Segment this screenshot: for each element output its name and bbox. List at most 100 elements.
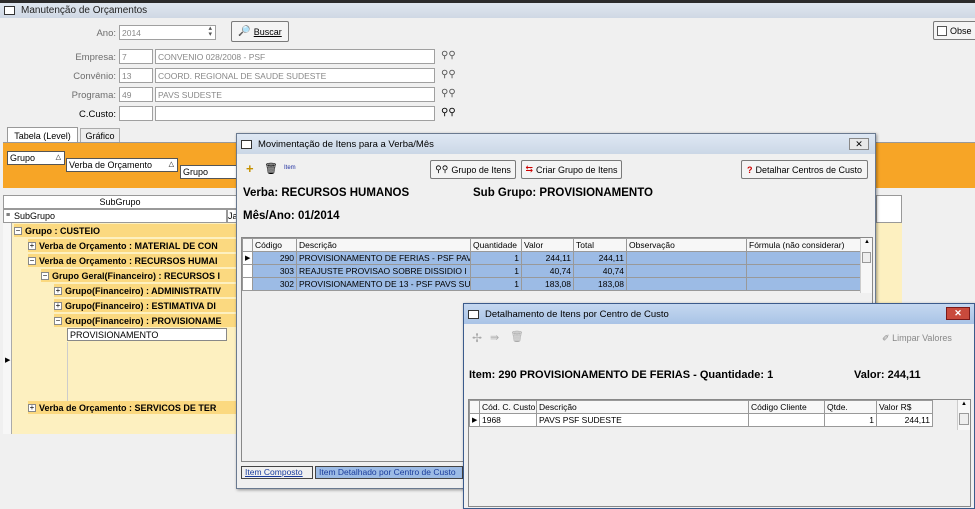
close-icon[interactable]: ✕ <box>946 307 970 320</box>
items-header-row: Código Descrição Quantidade Valor Total … <box>242 238 861 252</box>
tree-row[interactable]: + Verba de Orçamento : SERVICOS DE TER <box>28 401 236 414</box>
tab-item-composto[interactable]: Item Composto <box>241 466 313 479</box>
col-qtde[interactable]: Qtde. <box>824 400 877 414</box>
tree-row[interactable]: + Grupo(Financeiro) : ADMINISTRATIV <box>54 284 236 297</box>
empresa-code-field[interactable]: 7 <box>119 49 153 64</box>
sort-icon: △ <box>55 154 61 161</box>
cost-center-header-row: Cód. C. Custo Descrição Código Cliente Q… <box>469 400 933 414</box>
group-chip-grupo-geral[interactable]: Grupo Geral(Fi <box>180 165 240 179</box>
grupo-de-itens-button[interactable]: ⚲⚲ Grupo de Itens <box>430 160 516 179</box>
cost-center-table: Cód. C. Custo Descrição Código Cliente Q… <box>469 400 933 427</box>
search-icon: 🔎 <box>238 26 251 37</box>
tab-item-detalhado[interactable]: Item Detalhado por Centro de Custo <box>315 466 463 479</box>
collapse-icon: − <box>14 225 22 235</box>
col-codigo[interactable]: Código <box>252 238 297 252</box>
movimentacao-title-bar: Movimentação de Itens para a Verba/Mês ✕ <box>237 134 875 154</box>
table-row[interactable]: ▶ 1968 PAVS PSF SUDESTE 1 244,11 <box>469 413 933 427</box>
grid-column-header[interactable]: ≡ SubGrupo <box>3 209 227 223</box>
group-chip-verba[interactable]: Verba de Orçamento △ <box>66 158 178 172</box>
item-text: Item: 290 PROVISIONAMENTO DE FERIAS - Qu… <box>469 369 774 381</box>
ccusto-label: C.Custo: <box>79 109 116 120</box>
window-icon <box>468 309 479 319</box>
ccusto-name-field[interactable] <box>155 106 435 121</box>
programa-name-field: PAVS SUDESTE <box>155 87 435 102</box>
expand-icon: + <box>54 285 62 295</box>
delete-icon: 🗑 <box>510 331 524 343</box>
convenio-lookup-icon[interactable]: ⚲⚲ <box>441 69 456 81</box>
grid-right-header <box>876 195 902 223</box>
col-descricao[interactable]: Descrição <box>536 400 749 414</box>
edit-icon: ⇛ <box>490 332 500 344</box>
verba-text: Verba: RECURSOS HUMANOS <box>243 187 410 199</box>
ccusto-code-field[interactable] <box>119 106 153 121</box>
collapse-icon: − <box>41 270 49 280</box>
subgrupo-text: Sub Grupo: PROVISIONAMENTO <box>473 187 653 199</box>
add-icon: ✢ <box>472 331 483 345</box>
table-row[interactable]: 302 PROVISIONAMENTO DE 13 - PSF PAVS SU … <box>242 277 861 291</box>
tree-row-selected[interactable]: PROVISIONAMENTO <box>67 328 227 341</box>
col-valor[interactable]: Valor <box>521 238 574 252</box>
table-row[interactable]: 303 REAJUSTE PROVISAO SOBRE DISSIDIO I 1… <box>242 264 861 278</box>
col-valor[interactable]: Valor R$ <box>876 400 933 414</box>
row-indicator-arrow: ▶ <box>5 357 11 364</box>
help-icon: ? <box>746 164 753 175</box>
detalhar-centros-button[interactable]: ? Detalhar Centros de Custo <box>741 160 868 179</box>
tree-row[interactable]: + Grupo(Financeiro) : ESTIMATIVA DI <box>54 299 236 312</box>
tree-row[interactable]: − Grupo(Financeiro) : PROVISIONAME <box>54 314 236 327</box>
col-cod-ccusto[interactable]: Cód. C. Custo <box>479 400 537 414</box>
col-codigo-cliente[interactable]: Código Cliente <box>748 400 825 414</box>
scroll-up-icon[interactable]: ▲ <box>961 401 967 407</box>
scroll-up-icon[interactable]: ▲ <box>864 239 870 245</box>
expand-icon: + <box>54 300 62 310</box>
tab-tabela-level[interactable]: Tabela (Level) <box>7 127 78 143</box>
empresa-name-field: CONVENIO 028/2008 - PSF <box>155 49 435 64</box>
ano-select[interactable]: 2014 ▴ ▾ <box>119 25 216 40</box>
column-menu-icon: ≡ <box>6 212 11 219</box>
col-observacao[interactable]: Observação <box>626 238 747 252</box>
window-icon <box>241 139 252 149</box>
tree-row[interactable]: − Verba de Orçamento : RECURSOS HUMAI <box>28 254 236 267</box>
add-icon[interactable]: + <box>246 161 254 176</box>
convenio-name-field: COORD. REGIONAL DE SAUDE SUDESTE <box>155 68 435 83</box>
row-indicator-column <box>3 223 12 434</box>
criar-grupo-button[interactable]: ⇆ Criar Grupo de Itens <box>521 160 622 179</box>
eraser-icon: ✐ <box>882 333 890 343</box>
sort-icon: △ <box>168 161 174 168</box>
grid-right-body <box>876 223 902 303</box>
convenio-label: Convênio: <box>73 71 116 82</box>
programa-lookup-icon[interactable]: ⚲⚲ <box>441 88 456 100</box>
detalhamento-title-bar: Detalhamento de Itens por Centro de Cust… <box>464 304 974 324</box>
col-total[interactable]: Total <box>573 238 627 252</box>
detalhamento-dialog: Detalhamento de Itens por Centro de Cust… <box>463 303 975 509</box>
spin-icon: ▴ ▾ <box>208 25 212 38</box>
tree-row[interactable]: − Grupo : CUSTEIO <box>14 224 236 237</box>
tab-grafico[interactable]: Gráfico <box>80 128 120 142</box>
cost-center-scrollbar[interactable]: ▲ <box>957 400 970 430</box>
limpar-valores-button[interactable]: ✐ Limpar Valores <box>882 333 952 344</box>
programa-label: Programa: <box>71 90 116 101</box>
ccusto-lookup-icon[interactable]: ⚲⚲ <box>441 107 456 119</box>
buscar-button[interactable]: 🔎 Buscar <box>231 21 289 42</box>
scroll-thumb[interactable] <box>862 252 871 263</box>
row-indicator-arrow: ▶ <box>469 413 480 427</box>
tree-row[interactable]: − Grupo Geral(Financeiro) : RECURSOS I <box>41 269 236 282</box>
mes-ano-text: Mês/Ano: 01/2014 <box>243 210 340 222</box>
observacao-button[interactable]: Obse <box>933 21 975 40</box>
items-scrollbar[interactable]: ▲ <box>860 238 872 293</box>
tree-row[interactable]: + Verba de Orçamento : MATERIAL DE CON <box>28 239 236 252</box>
col-descricao[interactable]: Descrição <box>296 238 471 252</box>
create-group-icon: ⇆ <box>525 164 533 174</box>
convenio-code-field[interactable]: 13 <box>119 68 153 83</box>
group-chip-grupo[interactable]: Grupo △ <box>7 151 65 165</box>
programa-code-field[interactable]: 49 <box>119 87 153 102</box>
col-quantidade[interactable]: Quantidade <box>470 238 522 252</box>
binoculars-icon: ⚲⚲ <box>435 164 449 174</box>
grid-band-header: SubGrupo <box>3 195 237 209</box>
item-link[interactable]: Item <box>284 165 296 171</box>
table-row[interactable]: ▶ 290 PROVISIONAMENTO DE FERIAS - PSF PA… <box>242 251 861 265</box>
close-icon[interactable]: ✕ <box>849 138 869 150</box>
col-formula[interactable]: Fórmula (não considerar) <box>746 238 861 252</box>
scroll-thumb[interactable] <box>959 413 969 425</box>
delete-icon[interactable]: 🗑 <box>264 162 278 175</box>
empresa-lookup-icon[interactable]: ⚲⚲ <box>441 50 456 62</box>
